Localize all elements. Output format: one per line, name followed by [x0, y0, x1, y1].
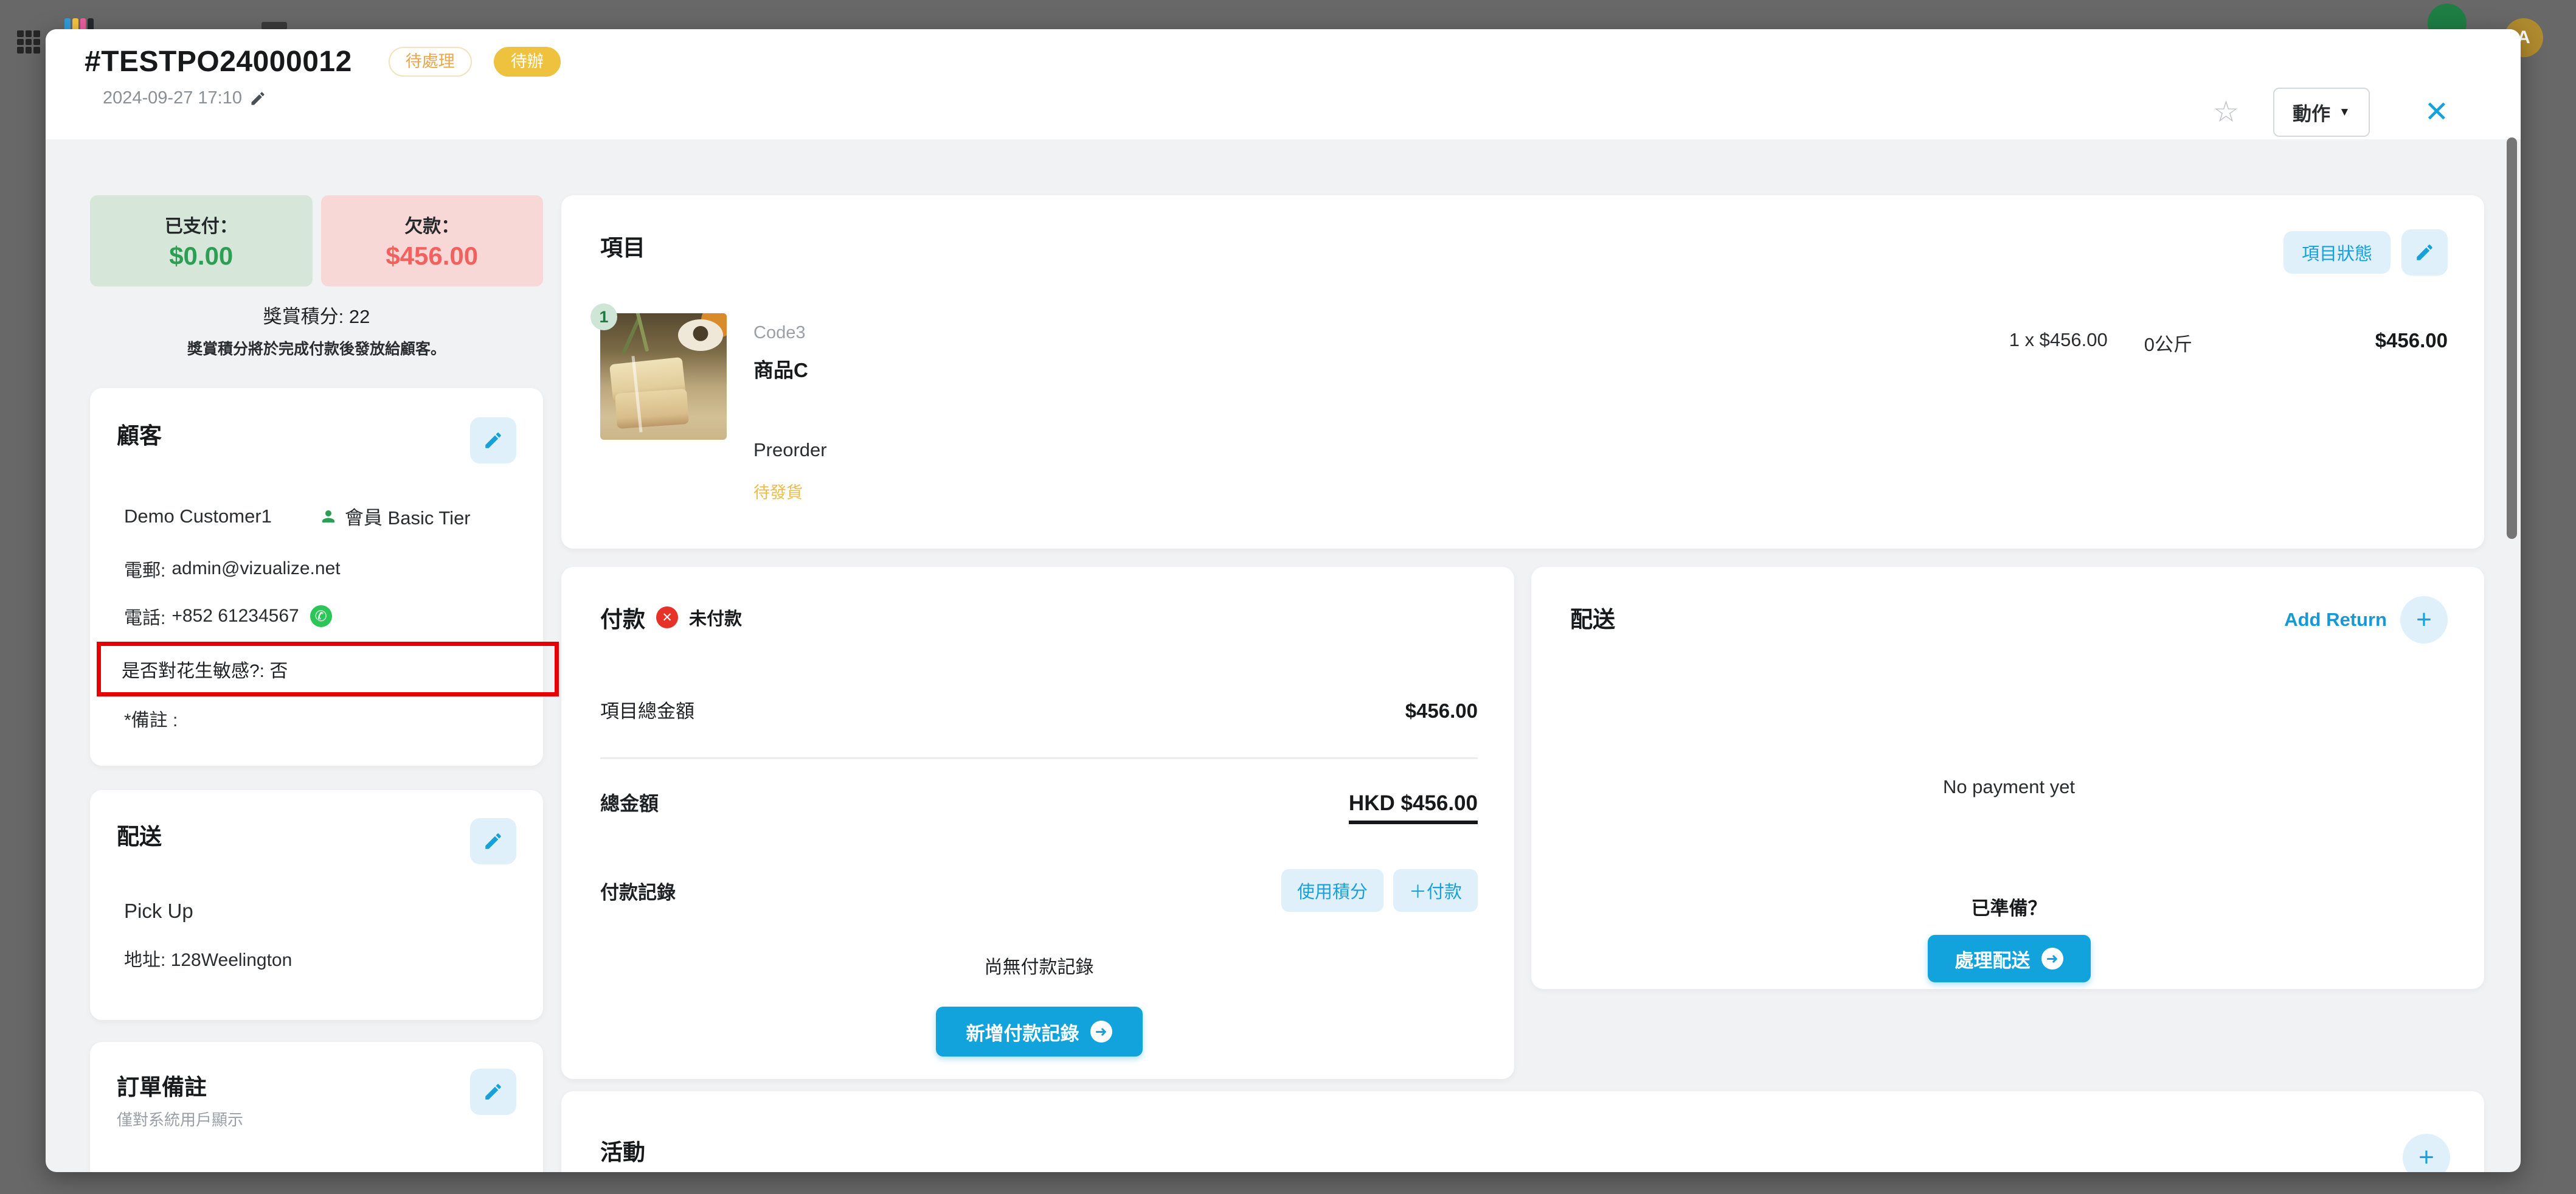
ready-question: 已準備？ — [1570, 893, 2448, 920]
modal-header: #TESTPO24000012 待處理 待辦 2024-09-27 17:10 … — [46, 29, 2521, 139]
item-weight: 0公斤 — [2144, 329, 2192, 356]
order-detail-modal: #TESTPO24000012 待處理 待辦 2024-09-27 17:10 … — [46, 29, 2521, 1172]
edit-order-notes-button[interactable] — [470, 1069, 516, 1115]
status-badge-pending: 待處理 — [389, 47, 472, 77]
email-label: 電郵: — [124, 555, 165, 582]
customer-remark-label: *備註 : — [124, 705, 516, 732]
item-qty-price: 1 x $456.00 — [2009, 329, 2108, 351]
order-notes-subtitle: 僅對系統用戶顯示 — [117, 1108, 243, 1130]
customer-email[interactable]: admin@vizualize.net — [171, 558, 340, 579]
shipping-method: Pick Up — [124, 900, 516, 923]
chevron-down-icon: ▼ — [2339, 106, 2350, 119]
paid-value: $0.00 — [169, 241, 233, 271]
activity-card: 活動 + — [561, 1091, 2484, 1172]
add-return-link[interactable]: Add Return — [2284, 609, 2387, 631]
item-index-badge: 1 — [590, 304, 617, 330]
process-delivery-label: 處理配送 — [1955, 945, 2031, 973]
paid-amount-badge: 已支付： $0.00 — [90, 195, 313, 286]
pencil-icon — [2414, 242, 2435, 263]
phone-label: 電話: — [124, 603, 165, 630]
process-delivery-button[interactable]: 處理配送 ➜ — [1928, 935, 2091, 982]
close-icon[interactable]: ✕ — [2425, 98, 2449, 127]
actions-label: 動作 — [2293, 99, 2330, 126]
allergy-question-highlight: 是否對花生敏感?: 否 — [97, 642, 559, 696]
delivery-card-title: 配送 — [1570, 601, 1615, 634]
allergy-question: 是否對花生敏感?: 否 — [122, 661, 288, 681]
subtotal-label: 項目總金額 — [600, 696, 694, 723]
whatsapp-icon[interactable]: ✆ — [310, 605, 332, 627]
edit-items-button[interactable] — [2401, 229, 2448, 276]
pencil-icon — [483, 1081, 504, 1102]
unpaid-status-text: 未付款 — [689, 605, 742, 630]
add-payment-button[interactable]: ＋付款 — [1393, 869, 1478, 912]
payment-records-label: 付款記錄 — [600, 877, 676, 904]
shipping-card: 配送 Pick Up 地址: 128Weelington — [90, 790, 543, 1020]
payment-card-title: 付款 — [600, 601, 645, 634]
no-payment-records-text: 尚無付款記錄 — [600, 952, 1478, 979]
pencil-icon — [483, 430, 504, 451]
edit-date-icon[interactable] — [249, 90, 266, 107]
due-amount-badge: 欠款： $456.00 — [321, 195, 544, 286]
due-value: $456.00 — [386, 241, 478, 271]
items-card: 項目 項目狀態 1 — [561, 195, 2484, 549]
item-status-button[interactable]: 項目狀態 — [2283, 231, 2391, 274]
shipping-address: 128Weelington — [171, 950, 293, 970]
add-activity-button[interactable]: + — [2403, 1134, 2450, 1172]
edit-customer-button[interactable] — [470, 417, 516, 463]
customer-phone: +852 61234567 — [171, 606, 299, 627]
grand-total-value: HKD $456.00 — [1349, 791, 1478, 824]
customer-card-title: 顧客 — [117, 417, 162, 450]
customer-card: 顧客 Demo Customer1 會員 Basic Tier 電郵: admi… — [90, 388, 543, 766]
order-notes-card: 訂單備註 僅對系統用戶顯示 — [90, 1042, 543, 1172]
fulfillment-status: 待發貨 — [753, 479, 827, 503]
arrow-right-icon: ➜ — [2041, 948, 2063, 970]
no-payment-text: No payment yet — [1570, 776, 2448, 798]
line-item-row: 1 Code3 商品C Preorder 待發貨 — [600, 313, 2448, 503]
shipping-card-title: 配送 — [117, 818, 162, 851]
use-points-button[interactable]: 使用積分 — [1281, 869, 1383, 912]
activity-card-title: 活動 — [600, 1134, 645, 1167]
add-return-plus-button[interactable]: + — [2400, 596, 2448, 644]
edit-shipping-button[interactable] — [470, 818, 516, 864]
product-image — [600, 313, 727, 440]
app-logo — [64, 18, 94, 30]
divider — [600, 757, 1478, 759]
order-number: #TESTPO24000012 — [85, 45, 352, 78]
customer-name[interactable]: Demo Customer1 — [124, 505, 272, 527]
member-tier: 會員 Basic Tier — [345, 502, 471, 530]
items-card-title: 項目 — [600, 229, 645, 262]
due-label: 欠款： — [404, 211, 459, 238]
modal-scrollbar[interactable] — [2507, 137, 2517, 539]
add-payment-record-label: 新增付款記錄 — [966, 1018, 1079, 1046]
reward-points-note: 獎賞積分將於完成付款後發放給顧客。 — [90, 337, 543, 359]
status-badge-todo: 待辦 — [494, 47, 561, 77]
pencil-icon — [483, 831, 504, 852]
reward-points: 獎賞積分: 22 — [90, 301, 543, 328]
arrow-right-icon: ➜ — [1090, 1021, 1112, 1043]
product-code: Code3 — [753, 323, 827, 343]
unpaid-status-icon: ✕ — [656, 606, 678, 628]
order-main: 項目 項目狀態 1 — [561, 195, 2484, 1172]
order-notes-title: 訂單備註 — [117, 1069, 243, 1102]
address-label: 地址: — [124, 950, 165, 970]
item-total: $456.00 — [2192, 329, 2448, 352]
paid-label: 已支付： — [165, 211, 238, 238]
payment-card: 付款 ✕ 未付款 項目總金額 $456.00 總金額 HKD $456.00 — [561, 567, 1514, 1079]
favorite-star-icon[interactable]: ☆ — [2213, 98, 2239, 127]
order-date: 2024-09-27 17:10 — [103, 88, 242, 108]
total-label: 總金額 — [600, 788, 659, 816]
apps-grid-icon[interactable] — [17, 30, 40, 54]
subtotal-value: $456.00 — [1405, 699, 1478, 723]
order-sidebar: 已支付： $0.00 欠款： $456.00 獎賞積分: 22 獎賞積分將於完成… — [90, 195, 543, 1172]
product-name[interactable]: 商品C — [753, 354, 827, 383]
product-type: Preorder — [753, 439, 827, 461]
delivery-card: 配送 Add Return + No payment yet 已準備？ 處理配送… — [1531, 567, 2484, 989]
actions-dropdown-button[interactable]: 動作 ▼ — [2273, 88, 2370, 137]
member-icon — [319, 507, 338, 526]
add-payment-record-button[interactable]: 新增付款記錄 ➜ — [936, 1007, 1143, 1057]
